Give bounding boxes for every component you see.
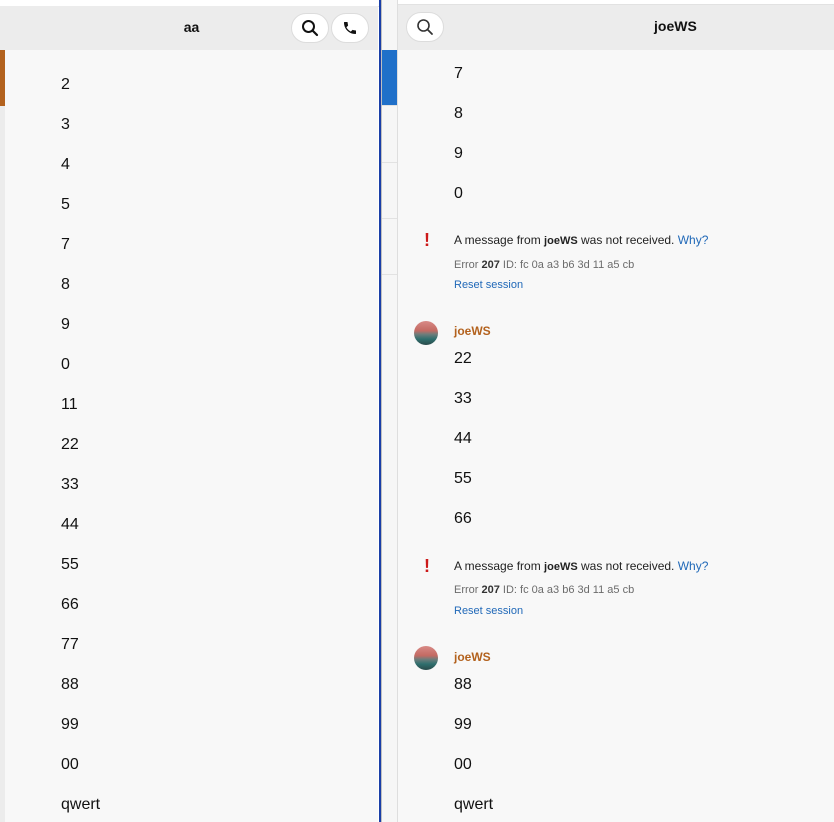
message-text: 8 <box>454 105 463 122</box>
search-button[interactable] <box>406 12 444 42</box>
message-text: 8 <box>61 276 70 293</box>
search-icon <box>302 20 319 37</box>
call-button[interactable] <box>331 13 369 43</box>
list-separator <box>382 218 397 219</box>
message-text: 22 <box>61 436 79 453</box>
notice-prefix: A message from <box>454 559 545 573</box>
right-conversation-window: joeWS 7 8 9 0 ! A message from joeWS was… <box>398 0 834 822</box>
selected-conversation-indicator[interactable] <box>382 50 397 105</box>
message-text: 55 <box>61 556 79 573</box>
left-message-list: 2 3 4 5 7 8 9 0 11 22 33 44 55 66 77 88 … <box>5 50 378 822</box>
message-text: 7 <box>454 65 463 82</box>
message-text: 44 <box>454 430 472 447</box>
message-text: 66 <box>61 596 79 613</box>
sender-name[interactable]: joeWS <box>454 324 491 338</box>
error-code: 207 <box>481 259 500 271</box>
message-text: 5 <box>61 196 70 213</box>
notice-suffix: was not received. <box>577 559 678 573</box>
undelivered-notice: A message from joeWS was not received. W… <box>454 233 708 247</box>
message-text: 9 <box>454 145 463 162</box>
message-text: 4 <box>61 156 70 173</box>
message-text: 99 <box>454 716 472 733</box>
list-separator <box>382 105 397 106</box>
message-text: 0 <box>61 356 70 373</box>
message-text: 55 <box>454 470 472 487</box>
message-text: qwert <box>454 796 494 813</box>
list-separator <box>382 274 397 275</box>
notice-sender: joeWS <box>544 561 578 573</box>
message-text: 0 <box>454 185 463 202</box>
search-icon <box>417 19 433 35</box>
why-link[interactable]: Why? <box>678 559 709 573</box>
error-id: ID: fc 0a a3 b6 3d 11 a5 cb <box>499 584 635 596</box>
message-text: 2 <box>61 76 70 93</box>
error-icon: ! <box>424 230 430 250</box>
message-text: 44 <box>61 516 79 533</box>
message-text: qwert <box>61 796 101 813</box>
reset-session-link[interactable]: Reset session <box>454 605 523 617</box>
notice-suffix: was not received. <box>577 233 678 247</box>
error-details: Error 207 ID: fc 0a a3 b6 3d 11 a5 cb <box>454 259 634 271</box>
avatar[interactable] <box>414 646 438 670</box>
message-text: 11 <box>61 396 78 413</box>
message-text: 99 <box>61 716 79 733</box>
phone-icon <box>344 22 356 34</box>
message-text: 88 <box>454 676 472 693</box>
notice-sender: joeWS <box>544 235 578 247</box>
message-text: 7 <box>61 236 70 253</box>
message-text: 66 <box>454 510 472 527</box>
message-text: 33 <box>454 390 472 407</box>
error-details: Error 207 ID: fc 0a a3 b6 3d 11 a5 cb <box>454 584 634 596</box>
error-id: ID: fc 0a a3 b6 3d 11 a5 cb <box>499 259 635 271</box>
left-conversation-header: aa <box>5 6 378 50</box>
error-label: Error <box>454 584 482 596</box>
reset-session-link[interactable]: Reset session <box>454 279 523 291</box>
message-text: 88 <box>61 676 79 693</box>
message-text: 77 <box>61 636 79 653</box>
why-link[interactable]: Why? <box>678 233 709 247</box>
sender-name[interactable]: joeWS <box>454 650 491 664</box>
undelivered-notice: A message from joeWS was not received. W… <box>454 559 708 573</box>
search-button[interactable] <box>291 13 329 43</box>
conversation-title: joeWS <box>654 18 697 34</box>
notice-prefix: A message from <box>454 233 545 247</box>
avatar[interactable] <box>414 321 438 345</box>
right-conversation-header: joeWS <box>398 5 834 50</box>
message-text: 33 <box>61 476 79 493</box>
message-text: 3 <box>61 116 70 133</box>
error-code: 207 <box>481 584 500 596</box>
error-label: Error <box>454 259 482 271</box>
conversation-list-edge <box>382 0 397 822</box>
error-icon: ! <box>424 556 430 576</box>
message-text: 00 <box>61 756 79 773</box>
message-text: 22 <box>454 350 472 367</box>
message-text: 00 <box>454 756 472 773</box>
message-text: 9 <box>61 316 70 333</box>
left-conversation-window: aa 2 3 4 5 7 8 9 0 11 22 33 44 55 66 77 … <box>0 0 379 822</box>
list-separator <box>382 162 397 163</box>
